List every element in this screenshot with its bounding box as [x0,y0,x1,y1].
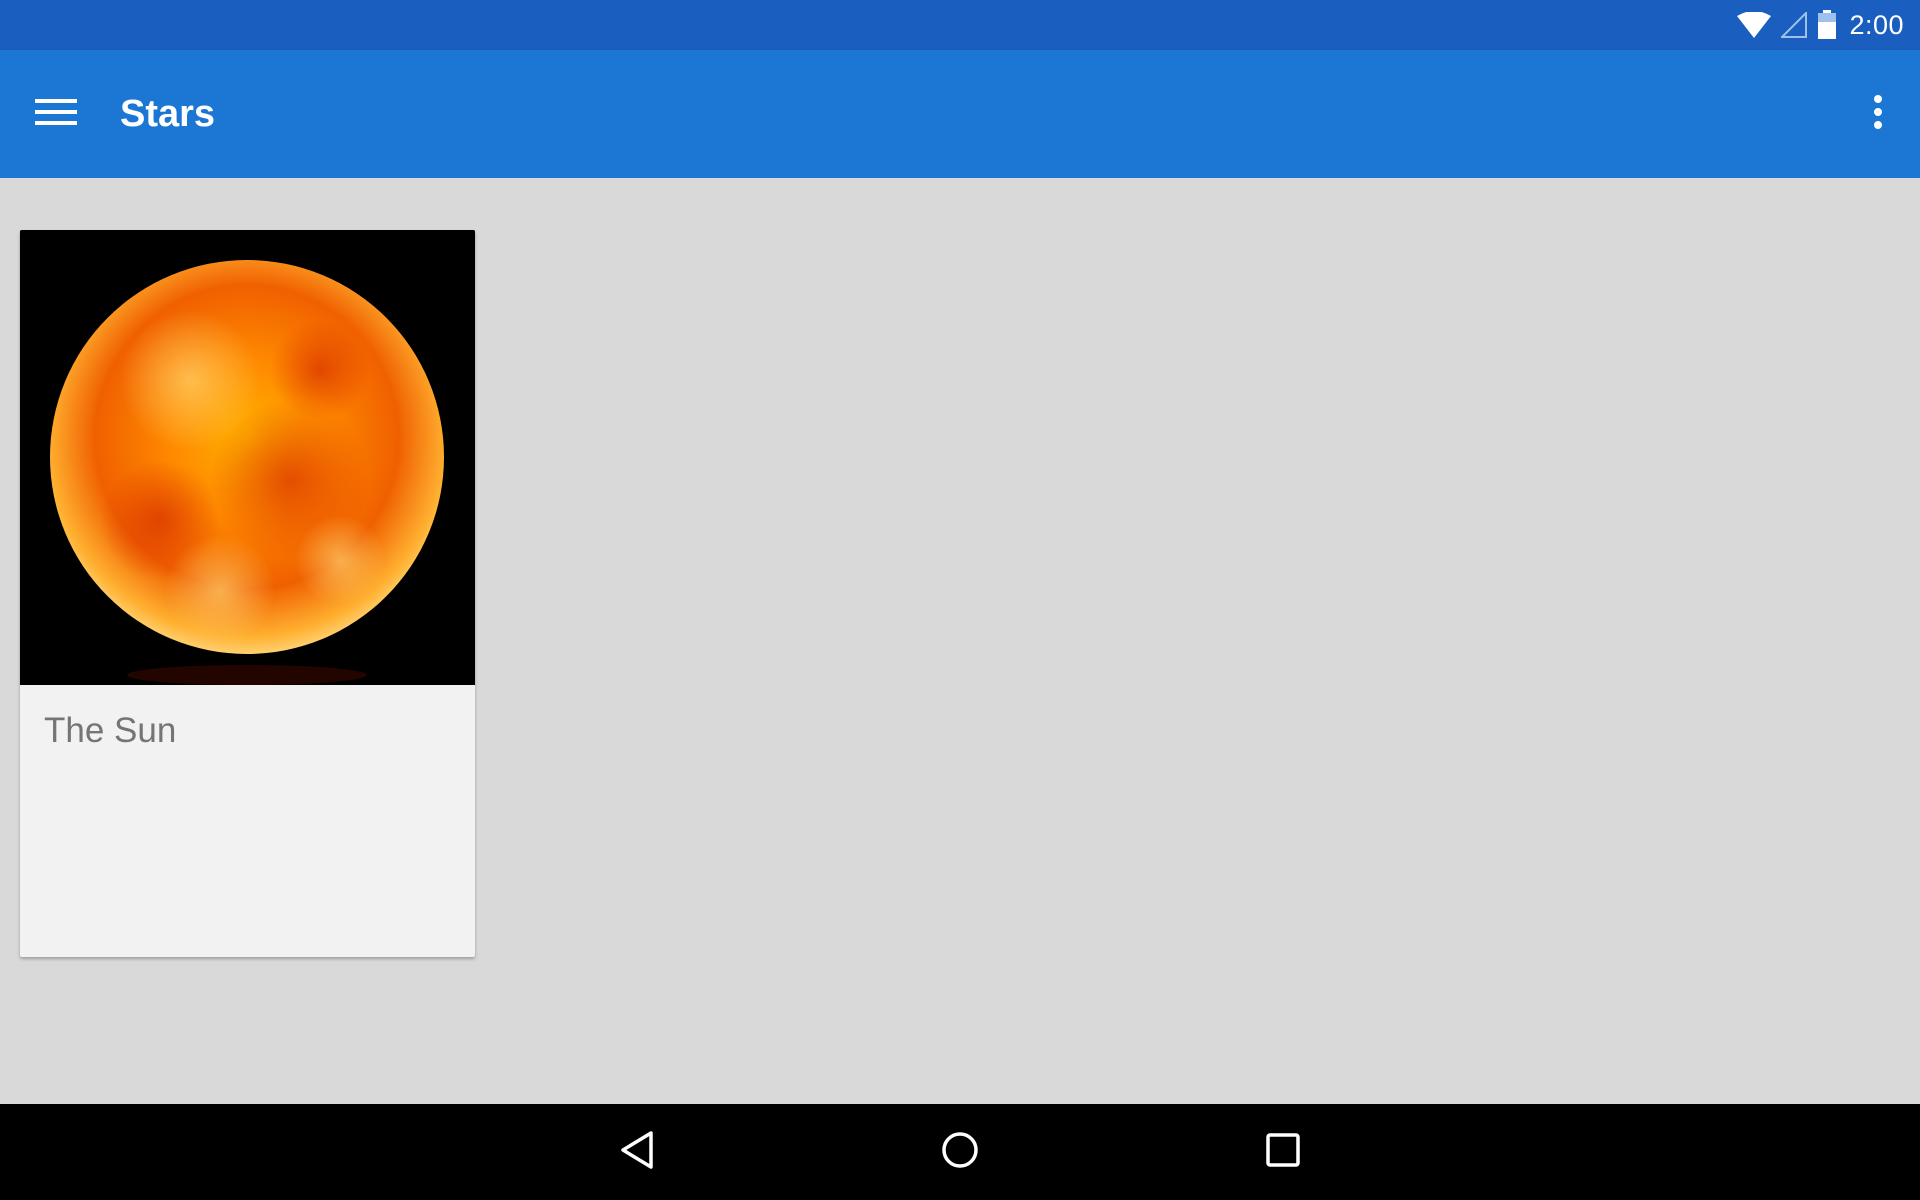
wifi-icon [1737,12,1772,38]
card-label: The Sun [44,711,177,750]
home-icon [940,1130,980,1175]
home-button[interactable] [915,1107,1005,1197]
status-clock: 2:00 [1849,9,1904,40]
recents-icon [1265,1132,1301,1173]
star-card-the-sun[interactable]: The Sun [20,230,475,957]
status-bar: 2:00 [0,0,1920,50]
content-area: The Sun [0,178,1920,1104]
menu-button[interactable] [28,86,84,142]
hamburger-menu-icon [35,97,77,132]
app-bar: Stars [0,50,1920,178]
back-icon [619,1130,655,1175]
back-button[interactable] [592,1107,682,1197]
cell-signal-icon [1781,12,1808,38]
battery-icon [1817,10,1837,40]
sun-image [20,230,475,685]
overflow-menu-button[interactable] [1850,86,1906,142]
navigation-bar [0,1104,1920,1200]
recents-button[interactable] [1238,1107,1328,1197]
page-title: Stars [120,92,216,135]
more-vert-icon [1873,94,1883,134]
